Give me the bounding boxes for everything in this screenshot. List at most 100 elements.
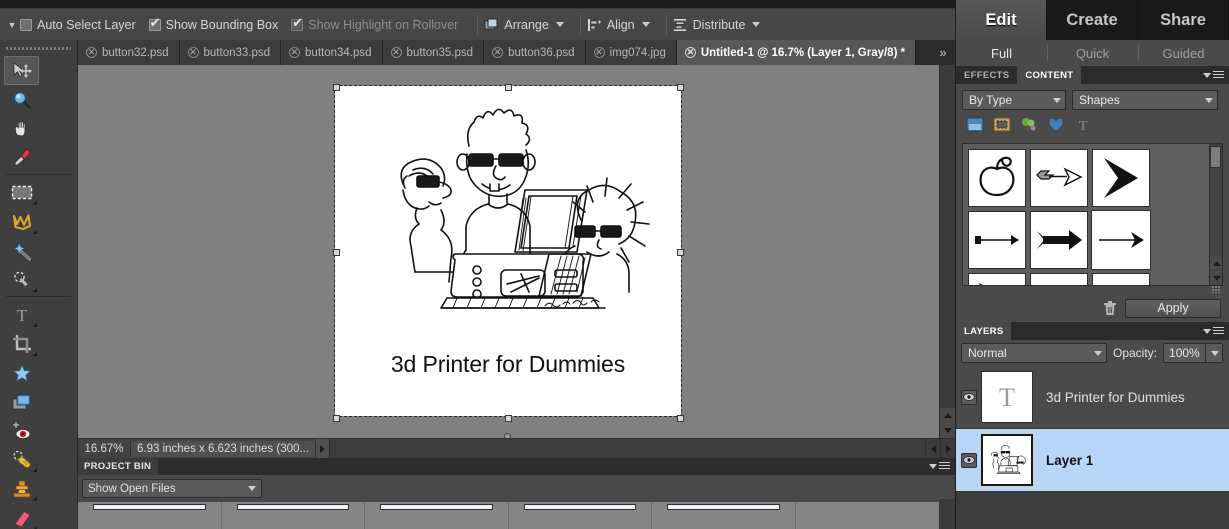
healing-brush-tool[interactable] — [4, 445, 39, 474]
project-bin-tab[interactable]: PROJECT BIN — [78, 458, 159, 475]
resize-handle-ne[interactable] — [677, 84, 684, 91]
move-tool[interactable] — [4, 56, 39, 85]
tab-overflow-button[interactable]: » — [931, 40, 955, 65]
document-selection[interactable]: 3d Printer for Dummies — [333, 84, 684, 438]
layer-row[interactable]: T 3d Printer for Dummies — [956, 366, 1229, 429]
resize-handle-e[interactable] — [677, 249, 684, 256]
shape-thin-arrow[interactable] — [968, 211, 1026, 269]
shape-thumbnail-grid[interactable] — [962, 143, 1223, 286]
content-panel-menu-button[interactable] — [1201, 66, 1224, 84]
text-icon[interactable]: T — [1074, 117, 1092, 137]
toolbox-grip[interactable] — [6, 43, 71, 54]
tab-create[interactable]: Create — [1047, 0, 1138, 40]
selection-brush-tool[interactable] — [4, 265, 39, 294]
scroll-up-button[interactable] — [940, 408, 955, 423]
show-bounding-box-checkbox[interactable]: Show Bounding Box — [148, 16, 278, 32]
project-bin-menu-button[interactable] — [927, 462, 950, 471]
project-bin-filter-select[interactable]: Show Open Files — [82, 479, 262, 498]
shape-line-arrow[interactable] — [1091, 210, 1151, 270]
lasso-tool[interactable] — [4, 207, 39, 236]
document-tab[interactable]: ✕ button35.psd — [382, 40, 485, 65]
close-icon[interactable]: ✕ — [187, 47, 199, 58]
layers-panel-menu-button[interactable] — [1201, 322, 1224, 340]
options-bar-grip[interactable]: ▼ — [4, 11, 20, 39]
rotate-handle[interactable] — [504, 433, 511, 438]
document-tab[interactable]: ✕ button34.psd — [281, 40, 383, 65]
crop-tool[interactable] — [4, 329, 39, 358]
blend-mode-select[interactable]: Normal — [961, 343, 1107, 363]
canvas-vertical-scrollbar[interactable] — [939, 65, 955, 438]
tab-effects[interactable]: EFFECTS — [956, 66, 1017, 84]
shape-apple[interactable] — [968, 149, 1026, 207]
next-photo-button[interactable] — [940, 439, 955, 458]
resize-handle-w[interactable] — [333, 249, 340, 256]
content-type-select[interactable]: Shapes — [1072, 90, 1218, 110]
shape-bold-arrow[interactable] — [1030, 273, 1088, 285]
auto-select-layer-checkbox[interactable]: Auto Select Layer — [20, 18, 136, 32]
red-eye-removal-tool[interactable] — [4, 416, 39, 445]
cookie-cutter-tool[interactable] — [4, 358, 39, 387]
bin-thumbnail[interactable] — [78, 502, 222, 529]
tab-edit[interactable]: Edit — [956, 0, 1047, 40]
shape-scroll-up-button[interactable] — [1210, 256, 1222, 270]
layer-thumbnail[interactable] — [980, 433, 1034, 487]
frames-icon[interactable] — [993, 117, 1011, 137]
layer-visibility-toggle[interactable] — [960, 389, 977, 405]
resize-handle-nw[interactable] — [333, 84, 340, 91]
distribute-button[interactable]: Distribute — [673, 18, 761, 32]
document-tab[interactable]: ✕ button33.psd — [179, 40, 282, 65]
status-expand-button[interactable] — [315, 439, 329, 458]
backgrounds-icon[interactable] — [966, 117, 984, 137]
zoom-tool[interactable] — [4, 85, 39, 114]
hand-tool[interactable] — [4, 114, 39, 143]
trash-icon[interactable] — [1103, 300, 1117, 316]
resize-handle-se[interactable] — [677, 415, 684, 422]
close-icon[interactable]: ✕ — [390, 47, 402, 58]
layer-row-selected[interactable]: Layer 1 — [956, 429, 1229, 492]
opacity-value[interactable]: 100% — [1164, 346, 1205, 360]
resize-handle-s[interactable] — [505, 415, 512, 422]
clone-stamp-tool[interactable] — [4, 474, 39, 503]
canvas-area[interactable]: 3d Printer for Dummies — [78, 65, 955, 438]
close-icon[interactable]: ✕ — [684, 47, 696, 58]
eraser-tool[interactable] — [4, 503, 39, 529]
close-icon[interactable]: ✕ — [593, 47, 605, 58]
bin-thumbnail[interactable] — [365, 502, 509, 529]
layer-name[interactable]: Layer 1 — [1033, 453, 1093, 468]
shape-arrow-feathered[interactable] — [1030, 149, 1088, 207]
tab-guided[interactable]: Guided — [1138, 40, 1229, 66]
shape-partial-a[interactable] — [1092, 273, 1150, 285]
scroll-down-button[interactable] — [940, 423, 955, 438]
bin-thumbnail[interactable] — [221, 502, 365, 529]
resize-handle-sw[interactable] — [333, 415, 340, 422]
tab-full[interactable]: Full — [956, 40, 1047, 66]
tab-share[interactable]: Share — [1138, 0, 1229, 40]
close-icon[interactable]: ✕ — [86, 47, 97, 58]
tab-quick[interactable]: Quick — [1047, 40, 1138, 66]
tab-layers[interactable]: LAYERS — [956, 322, 1012, 340]
apply-button[interactable]: Apply — [1125, 298, 1221, 318]
magic-wand-tool[interactable] — [4, 236, 39, 265]
close-icon[interactable]: ✕ — [492, 47, 504, 58]
shape-scroll-down-button[interactable] — [1210, 271, 1222, 285]
zoom-level[interactable]: 16.67% — [78, 443, 130, 455]
shape-grid-scroll-thumb[interactable] — [1210, 146, 1221, 168]
close-icon[interactable]: ✕ — [289, 47, 301, 58]
eyedropper-tool[interactable] — [4, 143, 39, 172]
document-tab[interactable]: ✕ button36.psd — [484, 40, 586, 65]
document-tab-active[interactable]: ✕ Untitled-1 @ 16.7% (Layer 1, Gray/8) * — [676, 40, 917, 65]
arrange-button[interactable]: Arrange — [484, 18, 564, 32]
align-button[interactable]: Align — [587, 18, 650, 32]
bin-thumbnail[interactable] — [652, 502, 796, 529]
layer-name[interactable]: 3d Printer for Dummies — [1033, 390, 1185, 405]
document-tab[interactable]: ✕ img074.jpg — [585, 40, 677, 65]
tab-content[interactable]: CONTENT — [1017, 66, 1082, 84]
content-panel-resize-grip[interactable] — [962, 286, 1223, 294]
layer-visibility-toggle[interactable] — [960, 452, 977, 468]
shape-triangle-arrow[interactable] — [968, 273, 1026, 285]
document-tab[interactable]: ✕ button32.psd — [78, 40, 180, 65]
opacity-dropdown-button[interactable] — [1204, 344, 1222, 362]
resize-handle-n[interactable] — [505, 84, 512, 91]
type-tool[interactable]: T — [4, 300, 39, 329]
shape-block-arrow[interactable] — [1030, 211, 1088, 269]
